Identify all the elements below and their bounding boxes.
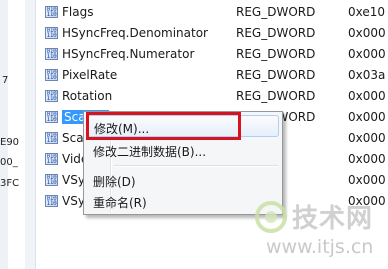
value-row-rotation[interactable]: 010 110 Rotation REG_DWORD 0x000	[36, 86, 388, 107]
value-row-pixelrate[interactable]: 010 110 PixelRate REG_DWORD 0x03a	[36, 65, 388, 86]
menu-item-label: 删除(D)	[93, 175, 136, 189]
value-name: HSyncFreq.Denominator	[62, 26, 208, 40]
tree-fragment: 7	[2, 75, 9, 86]
menu-item-rename[interactable]: 重命名(R)	[87, 190, 279, 212]
menu-item-label: 修改二进制数据(B)...	[93, 145, 207, 159]
value-name: VSy	[62, 194, 85, 208]
value-data: 0x000	[348, 131, 386, 145]
value-row-hsync-denominator[interactable]: 010 110 HSyncFreq.Denominator REG_DWORD 0…	[36, 23, 388, 44]
value-type: REG_DWORD	[236, 89, 316, 103]
value-data: 0x000	[348, 173, 386, 187]
binary-value-icon: 010 110	[45, 153, 58, 165]
tree-scrollbar[interactable]	[0, 0, 8, 269]
value-type: REG_DWORD	[236, 26, 316, 40]
binary-value-icon: 010 110	[45, 27, 58, 39]
binary-value-icon: 010 110	[45, 48, 58, 60]
value-type: REG_DWORD	[236, 47, 316, 61]
value-name: Flags	[62, 5, 94, 19]
value-name: HSyncFreq.Numerator	[62, 47, 195, 61]
value-name: VSy	[62, 173, 85, 187]
binary-value-icon: 010 110	[45, 90, 58, 102]
value-name: Rotation	[62, 89, 113, 103]
value-row-flags[interactable]: 010 110 Flags REG_DWORD 0xe10	[36, 2, 388, 23]
annotation-highlight-box	[86, 112, 241, 140]
binary-value-icon: 010 110	[45, 69, 58, 81]
value-name: PixelRate	[62, 68, 118, 82]
menu-item-modify-binary[interactable]: 修改二进制数据(B)...	[87, 139, 279, 161]
value-data: 0x000	[348, 47, 386, 61]
tree-fragment: E90	[0, 137, 20, 148]
menu-item-label: 重命名(R)	[93, 196, 147, 210]
value-data: 0x000	[348, 194, 386, 208]
binary-value-icon: 010 110	[45, 132, 58, 144]
value-data: 0x03a	[348, 68, 386, 82]
tree-fragment: 3FC	[0, 178, 20, 189]
binary-value-icon: 010 110	[45, 6, 58, 18]
value-type: REG_DWORD	[236, 5, 316, 19]
binary-value-icon: 010 110	[45, 111, 58, 123]
value-row-hsync-numerator[interactable]: 010 110 HSyncFreq.Numerator REG_DWORD 0x0…	[36, 44, 388, 65]
value-data: 0x000	[348, 152, 386, 166]
tree-fragment: 00_	[0, 157, 18, 168]
registry-tree-pane[interactable]: 7 E90 00_ 3FC	[0, 0, 26, 269]
pane-splitter[interactable]	[25, 0, 36, 269]
binary-value-icon: 010 110	[45, 195, 58, 207]
menu-separator	[114, 165, 278, 167]
value-data: 0x000	[348, 26, 386, 40]
value-data: 0xe10	[348, 5, 386, 19]
value-data: 0x000	[348, 89, 386, 103]
value-data: 0x000	[348, 110, 386, 124]
menu-item-delete[interactable]: 删除(D)	[87, 169, 279, 191]
value-type: REG_DWORD	[236, 68, 316, 82]
binary-value-icon: 010 110	[45, 174, 58, 186]
